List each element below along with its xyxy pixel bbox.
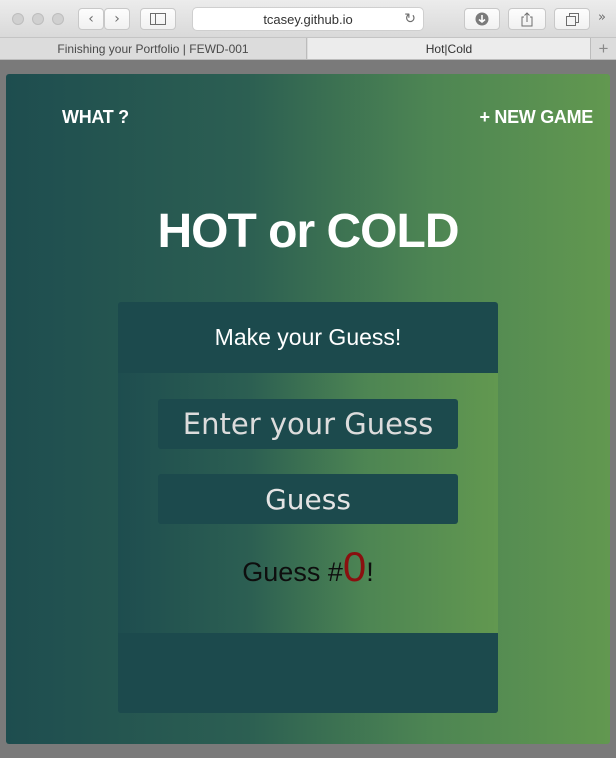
sidebar-icon: [150, 13, 166, 25]
chevron-right-icon: ›: [114, 11, 120, 27]
tab-label: Finishing your Portfolio | FEWD-001: [57, 41, 249, 56]
tab-portfolio[interactable]: Finishing your Portfolio | FEWD-001: [0, 38, 307, 59]
new-tab-button[interactable]: +: [590, 38, 616, 59]
new-game-link[interactable]: + NEW GAME: [479, 107, 593, 128]
guess-count-suffix: !: [366, 557, 374, 587]
page-content: WHAT ? + NEW GAME HOT or COLD Make your …: [6, 74, 610, 744]
tab-overview-button[interactable]: [554, 8, 590, 30]
tab-bar: Finishing your Portfolio | FEWD-001 Hot|…: [0, 38, 616, 60]
sidebar-button[interactable]: [140, 8, 176, 30]
minimize-window-icon[interactable]: [32, 13, 44, 25]
zoom-window-icon[interactable]: [52, 13, 64, 25]
forward-button[interactable]: ›: [104, 8, 130, 30]
game-form: Guess Guess #0!: [118, 373, 498, 633]
card-heading: Make your Guess!: [214, 324, 402, 350]
game-card-header: Make your Guess!: [118, 302, 498, 373]
browser-toolbar: ‹ › tcasey.github.io ↻ »: [0, 0, 616, 38]
feedback-area: [118, 633, 498, 713]
close-window-icon[interactable]: [12, 13, 24, 25]
page-title: HOT or COLD: [157, 205, 460, 258]
chevron-left-icon: ‹: [88, 11, 94, 27]
address-bar[interactable]: tcasey.github.io ↻: [192, 7, 424, 31]
share-button[interactable]: [508, 8, 546, 30]
what-link[interactable]: WHAT ?: [62, 107, 129, 128]
tabs-icon: [565, 12, 579, 26]
guess-count-number: 0: [342, 543, 367, 590]
back-button[interactable]: ‹: [78, 8, 104, 30]
tab-label: Hot|Cold: [425, 41, 473, 56]
address-text: tcasey.github.io: [263, 11, 353, 27]
reload-icon[interactable]: ↻: [404, 11, 416, 27]
guess-count: Guess #0!: [118, 543, 498, 591]
share-icon: [521, 11, 533, 26]
guess-input[interactable]: [158, 399, 458, 449]
guess-button-label: Guess: [265, 482, 351, 516]
plus-icon: +: [598, 38, 609, 58]
more-chevron-icon[interactable]: »: [598, 10, 606, 25]
tab-hot-cold[interactable]: Hot|Cold: [308, 38, 590, 59]
download-icon: [475, 12, 489, 26]
guess-button[interactable]: Guess: [158, 474, 458, 524]
game-card: Make your Guess! Guess Guess #0!: [118, 302, 498, 713]
guess-count-prefix: Guess #: [242, 557, 343, 587]
downloads-button[interactable]: [464, 8, 500, 30]
